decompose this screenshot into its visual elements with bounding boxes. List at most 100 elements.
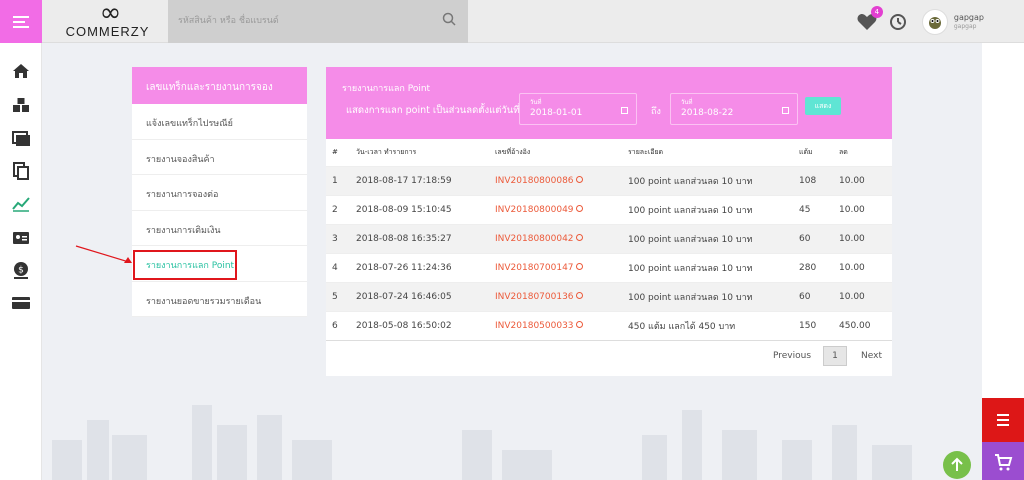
table-row: 2 2018-08-09 15:10:45 INV20180800049 100… bbox=[326, 194, 892, 224]
wishlist-button[interactable]: 4 bbox=[856, 6, 883, 33]
filter-label: แสดงการแลก point เป็นส่วนลดตั้งแต่วันที่ bbox=[346, 105, 520, 116]
to-label: ถึง bbox=[651, 107, 661, 117]
money-icon[interactable]: $ bbox=[11, 260, 31, 280]
arrow-up-icon bbox=[951, 457, 963, 471]
column-header: # bbox=[332, 148, 338, 157]
report-header: รายงานการแลก Point แสดงการแลก point เป็น… bbox=[326, 67, 892, 139]
ref-link[interactable]: INV20180800049 bbox=[489, 194, 622, 224]
row-detail: 100 point แลกส่วนลด 10 บาท bbox=[622, 252, 793, 282]
row-detail: 100 point แลกส่วนลด 10 บาท bbox=[622, 165, 793, 195]
history-icon[interactable] bbox=[888, 12, 908, 32]
pagination-next[interactable]: Next bbox=[861, 351, 882, 361]
search-input[interactable] bbox=[178, 13, 428, 29]
search-icon bbox=[575, 262, 583, 270]
annotation-arrow bbox=[75, 245, 132, 263]
sidebar-item-tracking[interactable]: แจ้งเลขแทร็กไปรษณีย์ bbox=[132, 104, 307, 140]
row-discount: 10.00 bbox=[833, 194, 892, 224]
wishlist-count-badge: 4 bbox=[870, 6, 883, 18]
search-icon bbox=[575, 175, 583, 183]
sidebar-item-monthly-sales[interactable]: รายงานยอดขายรวมรายเดือน bbox=[132, 282, 307, 317]
cart-icon bbox=[995, 454, 1013, 471]
date-to-field[interactable]: วันที่ 2018-08-22 bbox=[670, 93, 798, 125]
pagination-previous[interactable]: Previous bbox=[773, 351, 811, 361]
sidebar-item-label: รายงานการจองต่อ bbox=[146, 190, 219, 200]
report-menu: เลขแทร็กและรายงานการจอง แจ้งเลขแทร็กไปรษ… bbox=[132, 67, 307, 317]
id-card-icon[interactable] bbox=[11, 228, 31, 248]
ref-text: INV20180500033 bbox=[495, 320, 574, 331]
column-header: รายละเอียด bbox=[628, 147, 664, 156]
row-points: 108 bbox=[793, 165, 833, 195]
credit-card-icon[interactable] bbox=[11, 293, 31, 313]
ref-text: INV20180700136 bbox=[495, 291, 574, 302]
avatar[interactable] bbox=[921, 9, 948, 35]
row-detail: 450 แต้ม แลกได้ 450 บาท bbox=[622, 310, 793, 341]
row-no: 1 bbox=[326, 165, 350, 195]
ref-link[interactable]: INV20180800042 bbox=[489, 223, 622, 253]
column-header: แต้ม bbox=[799, 147, 813, 156]
row-datetime: 2018-08-08 16:35:27 bbox=[350, 223, 489, 253]
ref-link[interactable]: INV20180800086 bbox=[489, 165, 622, 195]
ref-text: INV20180800086 bbox=[495, 175, 574, 186]
images-icon[interactable] bbox=[11, 128, 31, 148]
point-report-panel: รายงานการแลก Point แสดงการแลก point เป็น… bbox=[326, 67, 892, 376]
date-to-label: วันที่ bbox=[681, 99, 693, 106]
row-no: 3 bbox=[326, 223, 350, 253]
show-button[interactable]: แสดง bbox=[805, 97, 841, 115]
table-header: # วัน-เวลา ทำรายการ เลขที่อ้างอิง รายละเ… bbox=[326, 139, 892, 166]
sidebar-item-point-report[interactable]: รายงานการแลก Point bbox=[132, 246, 307, 282]
row-detail: 100 point แลกส่วนลด 10 บาท bbox=[622, 281, 793, 311]
search-bar bbox=[168, 0, 468, 43]
row-points: 60 bbox=[793, 281, 833, 311]
ref-text: INV20180700147 bbox=[495, 262, 574, 273]
ref-link[interactable]: INV20180700147 bbox=[489, 252, 622, 282]
sidebar-item-booking-report[interactable]: รายงานจองสินค้า bbox=[132, 140, 307, 175]
scroll-top-button[interactable] bbox=[943, 451, 971, 479]
chart-line-icon[interactable] bbox=[11, 193, 31, 213]
search-icon bbox=[575, 320, 583, 328]
date-from-field[interactable]: วันที่ 2018-01-01 bbox=[519, 93, 637, 125]
table-row: 1 2018-08-17 17:18:59 INV20180800086 100… bbox=[326, 165, 892, 195]
row-points: 60 bbox=[793, 223, 833, 253]
row-no: 4 bbox=[326, 252, 350, 282]
sidebar-item-topup-report[interactable]: รายงานการเติมเงิน bbox=[132, 211, 307, 246]
row-datetime: 2018-08-17 17:18:59 bbox=[350, 165, 489, 195]
calendar-icon bbox=[621, 107, 628, 114]
column-header: ลด bbox=[839, 147, 848, 156]
pagination-current-page[interactable]: 1 bbox=[823, 346, 848, 366]
svg-text:$: $ bbox=[18, 266, 24, 276]
ref-link[interactable]: INV20180700136 bbox=[489, 281, 622, 311]
row-datetime: 2018-05-08 16:50:02 bbox=[350, 310, 489, 341]
row-datetime: 2018-08-09 15:10:45 bbox=[350, 194, 489, 224]
sidebar-item-label: รายงานการเติมเงิน bbox=[146, 225, 221, 236]
search-icon[interactable] bbox=[442, 12, 456, 26]
row-discount: 10.00 bbox=[833, 281, 892, 311]
search-icon bbox=[575, 204, 583, 212]
date-from-label: วันที่ bbox=[530, 99, 542, 106]
pagination: Previous 1 Next bbox=[773, 346, 882, 366]
list-menu-button[interactable] bbox=[982, 398, 1024, 442]
sidebar-item-rebooking-report[interactable]: รายงานการจองต่อ bbox=[132, 175, 307, 211]
row-datetime: 2018-07-24 16:46:05 bbox=[350, 281, 489, 311]
left-nav: $ bbox=[0, 43, 42, 480]
row-points: 150 bbox=[793, 310, 833, 341]
sidebar-item-label: รายงานยอดขายรวมรายเดือน bbox=[146, 296, 262, 307]
boxes-icon[interactable] bbox=[11, 95, 31, 115]
row-discount: 10.00 bbox=[833, 165, 892, 195]
point-report-table: # วัน-เวลา ทำรายการ เลขที่อ้างอิง รายละเ… bbox=[326, 139, 892, 341]
row-detail: 100 point แลกส่วนลด 10 บาท bbox=[622, 194, 793, 224]
row-discount: 10.00 bbox=[833, 223, 892, 253]
sidebar-item-label: แจ้งเลขแทร็กไปรษณีย์ bbox=[146, 119, 233, 129]
home-icon[interactable] bbox=[11, 61, 31, 81]
table-row: 3 2018-08-08 16:35:27 INV20180800042 100… bbox=[326, 223, 892, 253]
table-row: 4 2018-07-26 11:24:36 INV20180700147 100… bbox=[326, 252, 892, 282]
search-icon bbox=[575, 291, 583, 299]
ref-link[interactable]: INV20180500033 bbox=[489, 310, 622, 341]
logo[interactable]: ∞ COMMERZY bbox=[55, 0, 160, 42]
row-detail: 100 point แลกส่วนลด 10 บาท bbox=[622, 223, 793, 253]
page-title: รายงานการแลก Point bbox=[342, 84, 431, 94]
user-menu[interactable]: gapgap gapgap bbox=[954, 13, 984, 31]
menu-button[interactable] bbox=[0, 0, 42, 43]
column-header: เลขที่อ้างอิง bbox=[495, 147, 531, 156]
copy-icon[interactable] bbox=[11, 161, 31, 181]
cart-button[interactable] bbox=[982, 442, 1024, 480]
